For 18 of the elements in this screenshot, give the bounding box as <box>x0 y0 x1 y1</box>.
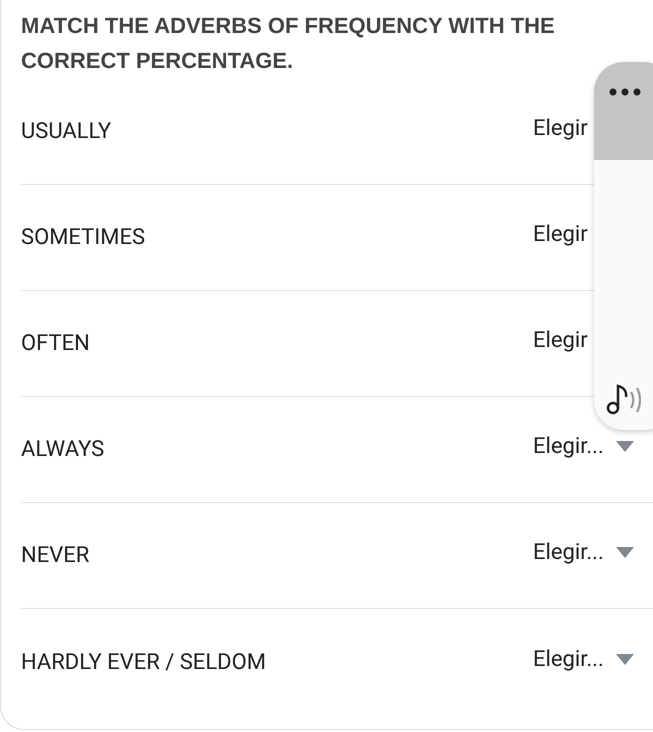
answer-dropdown[interactable]: Elegir... <box>533 642 653 682</box>
more-button[interactable] <box>594 62 653 160</box>
answer-dropdown[interactable]: Elegir <box>533 112 593 151</box>
question-heading: MATCH THE ADVERBS OF FREQUENCY WITH THE CORRECT PERCENTAGE. <box>21 12 556 75</box>
caret-icon <box>616 441 634 452</box>
adverb-label: NEVER <box>21 542 90 570</box>
answer-dropdown[interactable]: Elegir... <box>533 536 653 575</box>
answer-dropdown[interactable]: Elegir <box>533 324 593 363</box>
caret-icon <box>616 654 634 664</box>
adverb-label: SOMETIMES <box>21 224 146 252</box>
adverb-label: USUALLY <box>21 118 112 146</box>
more-icon <box>609 88 641 96</box>
adverb-label: HARDLY EVER / SELDOM <box>21 648 267 676</box>
caret-icon <box>616 547 634 558</box>
adverb-label: OFTEN <box>21 330 91 358</box>
answer-dropdown[interactable]: Elegir... <box>533 430 653 469</box>
adverb-label: ALWAYS <box>21 436 106 464</box>
answer-dropdown[interactable]: Elegir <box>533 218 593 257</box>
